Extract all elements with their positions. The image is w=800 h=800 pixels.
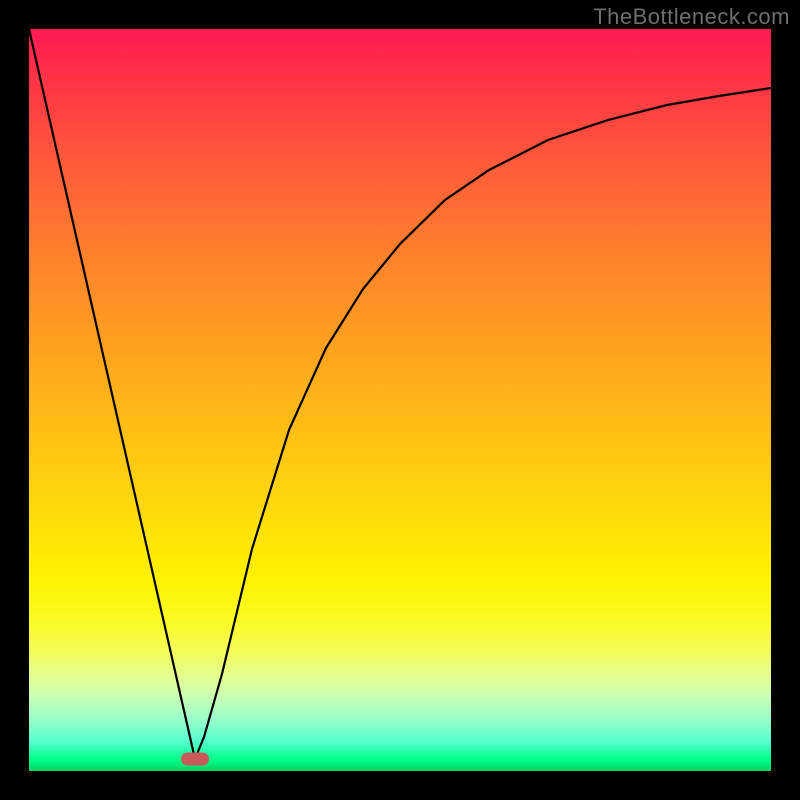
plot-area (29, 29, 771, 771)
outer-frame: TheBottleneck.com (0, 0, 800, 800)
optimal-marker (181, 753, 209, 766)
curve-right-segment (195, 88, 771, 759)
bottleneck-curve (29, 29, 771, 771)
curve-left-segment (29, 29, 195, 759)
watermark-text: TheBottleneck.com (593, 4, 790, 30)
